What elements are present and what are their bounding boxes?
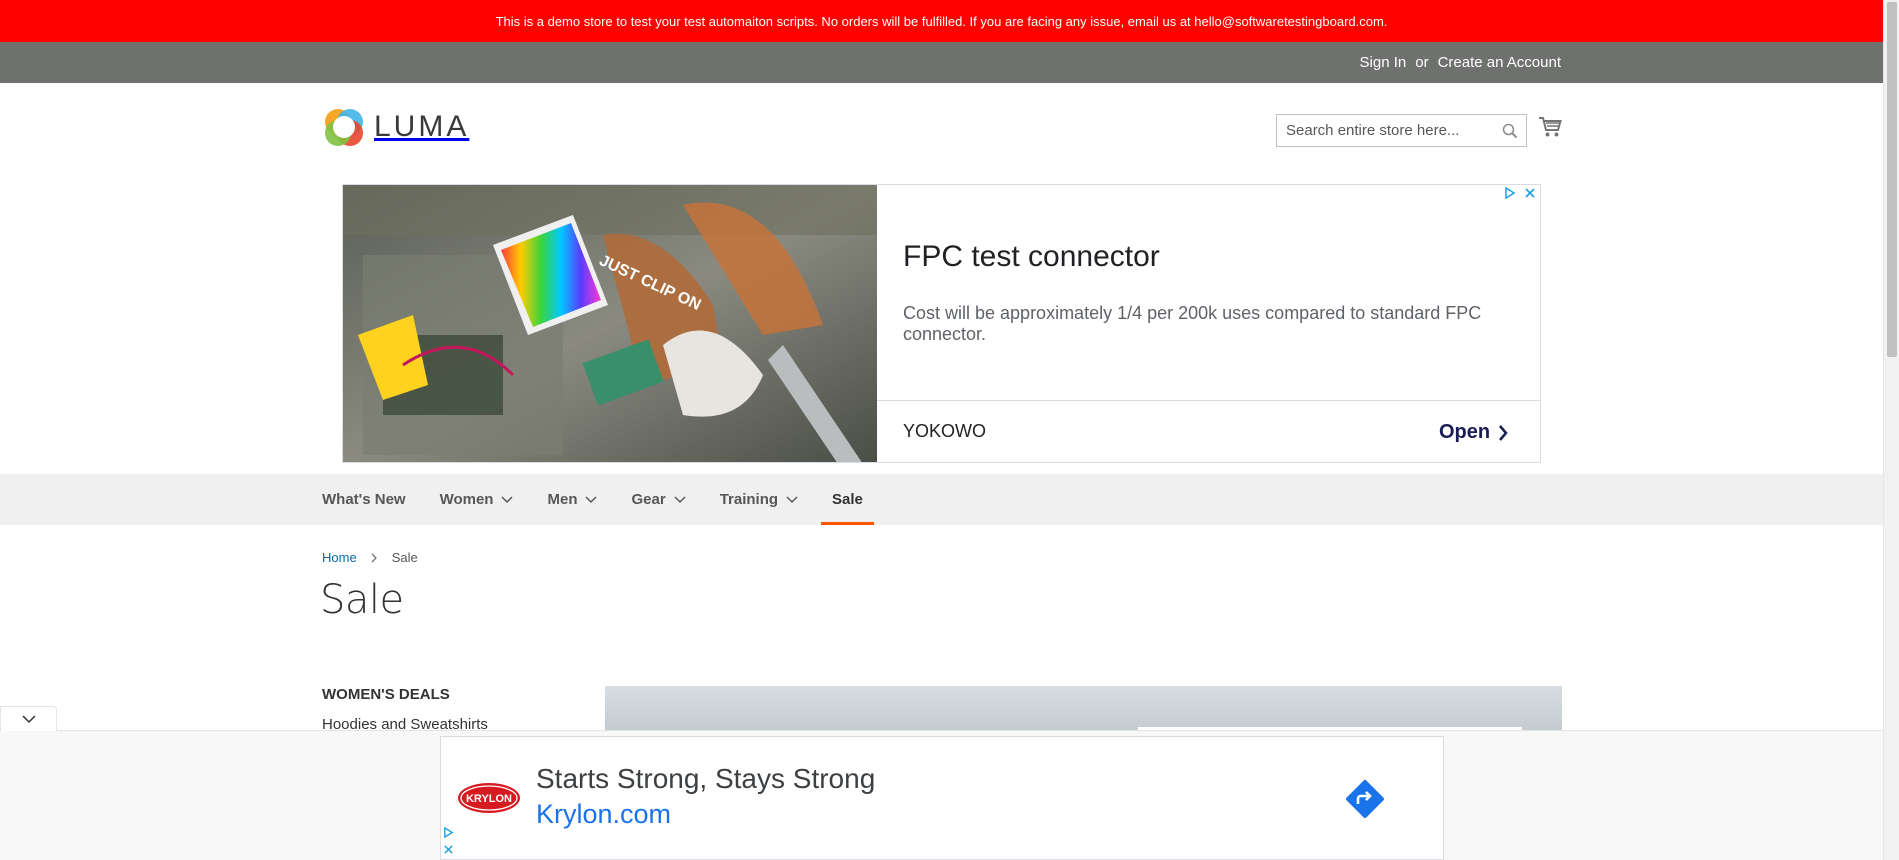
luma-logo-icon	[325, 109, 363, 146]
ad-choices-icon[interactable]	[1504, 187, 1516, 199]
nav-item-gear[interactable]: Gear	[631, 474, 686, 525]
or-text: or	[1415, 54, 1429, 71]
chevron-down-icon	[501, 495, 514, 503]
sidebar-section-title: Women's Deals	[322, 686, 450, 703]
search-box	[1276, 114, 1527, 147]
bottom-ad-choices	[443, 827, 454, 855]
luma-logo[interactable]: LUMA	[322, 105, 469, 149]
nav-items: What's New Women Men Gear Training Sale	[322, 474, 908, 525]
scrollbar-thumb[interactable]	[1887, 2, 1897, 357]
sign-in-link[interactable]: Sign In	[1360, 54, 1407, 71]
breadcrumb: Home Sale	[322, 550, 418, 565]
close-icon[interactable]	[443, 844, 454, 855]
page-title: Sale	[320, 577, 404, 623]
nav-item-label: Sale	[832, 491, 863, 508]
close-icon[interactable]	[1524, 187, 1536, 199]
chevron-down-icon	[786, 495, 798, 503]
logo-text: LUMA	[374, 110, 470, 143]
nav-item-men[interactable]: Men	[547, 474, 598, 525]
ad-choices-icon[interactable]	[443, 827, 454, 838]
nav-item-training[interactable]: Training	[720, 474, 798, 525]
ad-choices	[1504, 187, 1536, 199]
chevron-right-icon	[1499, 424, 1508, 441]
nav-item-label: Gear	[631, 491, 666, 508]
ad-open-button[interactable]: Open	[1439, 421, 1508, 444]
nav-item-label: Women	[439, 491, 494, 508]
nav-item-label: Men	[547, 491, 578, 508]
arrow-right-icon	[1346, 780, 1384, 818]
krylon-logo-text: KRYLON	[466, 793, 512, 805]
nav-item-women[interactable]: Women	[440, 474, 514, 525]
ad-title[interactable]: FPC test connector	[903, 240, 1160, 274]
nav-item-label: What's New	[322, 491, 406, 508]
main-navigation: What's New Women Men Gear Training Sale	[0, 474, 1883, 525]
search-icon[interactable]	[1502, 123, 1518, 144]
nav-item-whats-new[interactable]: What's New	[322, 474, 406, 525]
header-links: Sign In or Create an Account	[1360, 42, 1561, 83]
top-advertisement[interactable]: JUST CLIP ON FPC test connector Cost wil…	[342, 184, 1541, 463]
krylon-logo[interactable]: KRYLON	[457, 782, 521, 814]
ad-product-image[interactable]: JUST CLIP ON	[343, 185, 877, 462]
site-header: LUMA	[0, 83, 1883, 183]
breadcrumb-home[interactable]: Home	[322, 550, 357, 565]
sale-promo-banner[interactable]	[605, 686, 1562, 730]
page-scrollbar[interactable]	[1883, 0, 1899, 860]
bottom-ad-url[interactable]: Krylon.com	[536, 799, 671, 830]
ad-description[interactable]: Cost will be approximately 1/4 per 200k …	[903, 303, 1493, 345]
demo-notice-text: This is a demo store to test your test a…	[495, 13, 1388, 29]
chevron-down-icon	[585, 495, 598, 503]
search-input[interactable]	[1286, 122, 1491, 139]
nav-item-sale[interactable]: Sale	[821, 474, 874, 525]
chevron-down-icon	[21, 714, 36, 723]
nav-item-label: Training	[719, 491, 779, 508]
bottom-advertisement[interactable]: KRYLON Starts Strong, Stays Strong Krylo…	[440, 736, 1444, 860]
demo-store-notice: This is a demo store to test your test a…	[0, 0, 1883, 42]
panel-header: Sign In or Create an Account	[0, 42, 1883, 83]
ad-open-label: Open	[1439, 421, 1491, 443]
breadcrumb-separator-icon	[371, 553, 377, 562]
create-account-link[interactable]: Create an Account	[1438, 54, 1561, 71]
ad-divider	[877, 400, 1540, 401]
ad-advertiser[interactable]: YOKOWO	[903, 421, 986, 442]
chevron-down-icon	[674, 495, 686, 503]
cart-icon[interactable]	[1538, 116, 1562, 143]
bottom-ad-cta-button[interactable]	[1341, 775, 1389, 828]
collapse-ad-button[interactable]	[0, 706, 57, 731]
bottom-ad-headline[interactable]: Starts Strong, Stays Strong	[536, 763, 875, 795]
breadcrumb-current: Sale	[391, 550, 418, 565]
